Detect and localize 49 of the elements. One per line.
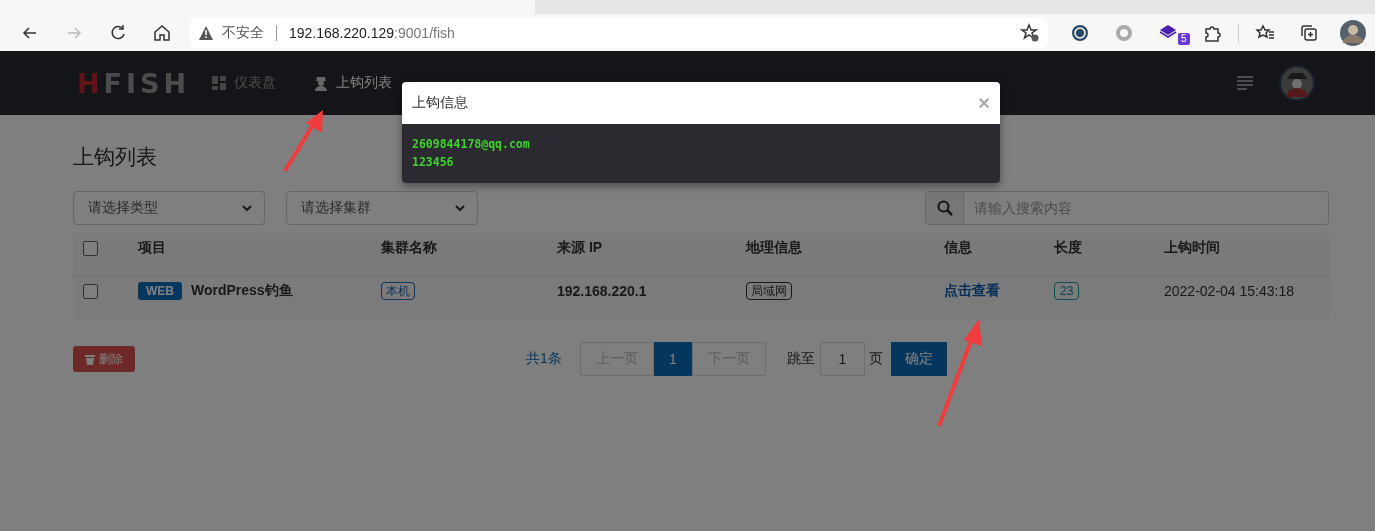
- close-button[interactable]: ×: [978, 91, 990, 115]
- column-header: 项目: [138, 239, 166, 255]
- home-icon[interactable]: [152, 22, 172, 43]
- user-avatar[interactable]: [1279, 65, 1315, 101]
- page-unit: 页: [868, 350, 883, 368]
- table-cell: 2022-02-04 15:43:18: [1164, 283, 1294, 300]
- profile-avatar[interactable]: [1340, 19, 1366, 46]
- column-header: 上钩时间: [1164, 239, 1220, 255]
- info-line: 123456: [412, 154, 455, 171]
- column-header: 来源 IP: [557, 239, 603, 255]
- confirm-button[interactable]: 确定: [890, 342, 947, 376]
- search-button[interactable]: [926, 192, 964, 224]
- total-count: 共1条: [526, 350, 562, 368]
- cluster-select[interactable]: 请选择集群: [286, 191, 478, 225]
- dialog-title: 上钩信息: [412, 94, 468, 112]
- type-tag: WEB: [138, 282, 182, 301]
- table-cell: WordPress钓鱼: [191, 282, 293, 301]
- column-header: 集群名称: [381, 239, 437, 255]
- page-number[interactable]: 1: [653, 342, 692, 376]
- page-title: 上钩列表: [73, 144, 157, 170]
- view-link[interactable]: 点击查看: [944, 282, 1000, 299]
- security-label[interactable]: 不安全: [222, 23, 264, 42]
- column-header: 长度: [1054, 239, 1082, 255]
- grid-icon: [212, 76, 227, 90]
- trash-icon: [85, 353, 95, 365]
- length-tag: 23: [1054, 282, 1080, 301]
- caret-icon: [242, 204, 252, 212]
- cluster-tag: 本机: [381, 282, 415, 301]
- table-cell: 192.168.220.1: [557, 283, 647, 300]
- jump-label: 跳至: [786, 350, 815, 368]
- nav-item[interactable]: 上钩列表: [314, 74, 393, 92]
- checkbox[interactable]: [83, 283, 98, 299]
- user-icon: [314, 75, 329, 91]
- favorite-add-icon[interactable]: [1020, 22, 1040, 43]
- geo-tag: 局域网: [746, 282, 792, 301]
- caret-icon: [455, 204, 465, 212]
- delete-button[interactable]: 删除: [73, 346, 135, 372]
- collections-icon[interactable]: [1299, 22, 1319, 43]
- arrow-annotation: [282, 109, 326, 173]
- search-icon: [936, 200, 953, 216]
- extension-badge: 5: [1178, 32, 1190, 45]
- column-header: 信息: [944, 239, 972, 255]
- warning-icon: [198, 24, 214, 41]
- url-text[interactable]: 192.168.220.129:9001/fish: [289, 24, 455, 41]
- info-line: 2609844178@qq.com: [412, 136, 531, 153]
- page-input[interactable]: 1: [819, 342, 865, 376]
- type-select[interactable]: 请选择类型: [73, 191, 265, 225]
- checkbox[interactable]: [83, 240, 98, 256]
- column-header: 地理信息: [746, 239, 802, 255]
